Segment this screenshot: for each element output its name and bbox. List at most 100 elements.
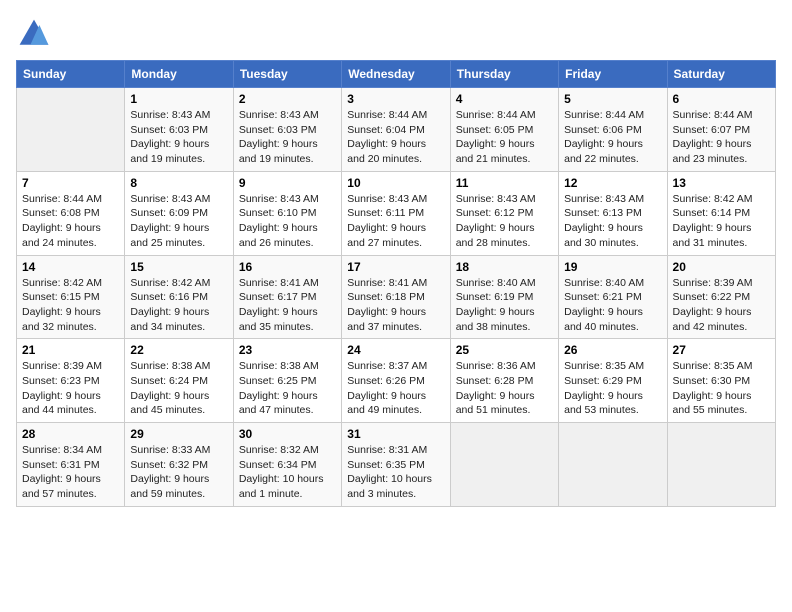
- day-info: Sunrise: 8:38 AM Sunset: 6:25 PM Dayligh…: [239, 359, 336, 418]
- day-cell: 3 Sunrise: 8:44 AM Sunset: 6:04 PM Daylig…: [342, 88, 450, 172]
- day-info: Sunrise: 8:33 AM Sunset: 6:32 PM Dayligh…: [130, 443, 227, 502]
- day-info: Sunrise: 8:40 AM Sunset: 6:19 PM Dayligh…: [456, 276, 553, 335]
- day-number: 28: [22, 427, 119, 441]
- week-row-1: 7 Sunrise: 8:44 AM Sunset: 6:08 PM Daylig…: [17, 171, 776, 255]
- header-cell-wednesday: Wednesday: [342, 61, 450, 88]
- day-info: Sunrise: 8:37 AM Sunset: 6:26 PM Dayligh…: [347, 359, 444, 418]
- day-number: 27: [673, 343, 770, 357]
- day-info: Sunrise: 8:44 AM Sunset: 6:05 PM Dayligh…: [456, 108, 553, 167]
- day-info: Sunrise: 8:40 AM Sunset: 6:21 PM Dayligh…: [564, 276, 661, 335]
- calendar-header: SundayMondayTuesdayWednesdayThursdayFrid…: [17, 61, 776, 88]
- day-cell: [17, 88, 125, 172]
- day-cell: 19Sunrise: 8:40 AM Sunset: 6:21 PM Dayli…: [559, 255, 667, 339]
- day-info: Sunrise: 8:32 AM Sunset: 6:34 PM Dayligh…: [239, 443, 336, 502]
- header-cell-sunday: Sunday: [17, 61, 125, 88]
- day-number: 1: [130, 92, 227, 106]
- day-info: Sunrise: 8:43 AM Sunset: 6:10 PM Dayligh…: [239, 192, 336, 251]
- day-cell: 5 Sunrise: 8:44 AM Sunset: 6:06 PM Daylig…: [559, 88, 667, 172]
- day-number: 3: [347, 92, 444, 106]
- logo: [16, 16, 56, 52]
- day-info: Sunrise: 8:44 AM Sunset: 6:08 PM Dayligh…: [22, 192, 119, 251]
- day-cell: [667, 423, 775, 507]
- day-info: Sunrise: 8:43 AM Sunset: 6:03 PM Dayligh…: [130, 108, 227, 167]
- day-info: Sunrise: 8:39 AM Sunset: 6:23 PM Dayligh…: [22, 359, 119, 418]
- day-cell: 11Sunrise: 8:43 AM Sunset: 6:12 PM Dayli…: [450, 171, 558, 255]
- week-row-0: 1 Sunrise: 8:43 AM Sunset: 6:03 PM Daylig…: [17, 88, 776, 172]
- day-number: 18: [456, 260, 553, 274]
- day-number: 11: [456, 176, 553, 190]
- day-number: 9: [239, 176, 336, 190]
- header-cell-tuesday: Tuesday: [233, 61, 341, 88]
- day-info: Sunrise: 8:42 AM Sunset: 6:14 PM Dayligh…: [673, 192, 770, 251]
- logo-icon: [16, 16, 52, 52]
- day-cell: 24 Sunrise: 8:37 AM Sunset: 6:26 PM Dayli…: [342, 339, 450, 423]
- day-number: 30: [239, 427, 336, 441]
- calendar-body: 1 Sunrise: 8:43 AM Sunset: 6:03 PM Daylig…: [17, 88, 776, 507]
- day-info: Sunrise: 8:44 AM Sunset: 6:06 PM Dayligh…: [564, 108, 661, 167]
- day-info: Sunrise: 8:42 AM Sunset: 6:15 PM Dayligh…: [22, 276, 119, 335]
- day-info: Sunrise: 8:44 AM Sunset: 6:04 PM Dayligh…: [347, 108, 444, 167]
- day-cell: 10 Sunrise: 8:43 AM Sunset: 6:11 PM Dayli…: [342, 171, 450, 255]
- day-info: Sunrise: 8:44 AM Sunset: 6:07 PM Dayligh…: [673, 108, 770, 167]
- day-cell: 1 Sunrise: 8:43 AM Sunset: 6:03 PM Daylig…: [125, 88, 233, 172]
- day-number: 14: [22, 260, 119, 274]
- day-number: 25: [456, 343, 553, 357]
- day-cell: 21 Sunrise: 8:39 AM Sunset: 6:23 PM Dayli…: [17, 339, 125, 423]
- day-number: 21: [22, 343, 119, 357]
- week-row-2: 14 Sunrise: 8:42 AM Sunset: 6:15 PM Dayli…: [17, 255, 776, 339]
- day-number: 2: [239, 92, 336, 106]
- day-cell: 26Sunrise: 8:35 AM Sunset: 6:29 PM Dayli…: [559, 339, 667, 423]
- day-info: Sunrise: 8:41 AM Sunset: 6:18 PM Dayligh…: [347, 276, 444, 335]
- day-number: 22: [130, 343, 227, 357]
- header-cell-saturday: Saturday: [667, 61, 775, 88]
- day-info: Sunrise: 8:39 AM Sunset: 6:22 PM Dayligh…: [673, 276, 770, 335]
- page-header: [16, 16, 776, 52]
- day-number: 7: [22, 176, 119, 190]
- day-info: Sunrise: 8:38 AM Sunset: 6:24 PM Dayligh…: [130, 359, 227, 418]
- week-row-4: 28Sunrise: 8:34 AM Sunset: 6:31 PM Dayli…: [17, 423, 776, 507]
- day-number: 26: [564, 343, 661, 357]
- day-cell: 29Sunrise: 8:33 AM Sunset: 6:32 PM Dayli…: [125, 423, 233, 507]
- header-cell-thursday: Thursday: [450, 61, 558, 88]
- day-cell: 12Sunrise: 8:43 AM Sunset: 6:13 PM Dayli…: [559, 171, 667, 255]
- day-cell: 15 Sunrise: 8:42 AM Sunset: 6:16 PM Dayli…: [125, 255, 233, 339]
- header-cell-monday: Monday: [125, 61, 233, 88]
- day-info: Sunrise: 8:36 AM Sunset: 6:28 PM Dayligh…: [456, 359, 553, 418]
- day-info: Sunrise: 8:31 AM Sunset: 6:35 PM Dayligh…: [347, 443, 444, 502]
- day-number: 15: [130, 260, 227, 274]
- day-number: 12: [564, 176, 661, 190]
- header-cell-friday: Friday: [559, 61, 667, 88]
- day-cell: 2Sunrise: 8:43 AM Sunset: 6:03 PM Daylig…: [233, 88, 341, 172]
- day-cell: 25 Sunrise: 8:36 AM Sunset: 6:28 PM Dayli…: [450, 339, 558, 423]
- day-cell: 18 Sunrise: 8:40 AM Sunset: 6:19 PM Dayli…: [450, 255, 558, 339]
- header-row: SundayMondayTuesdayWednesdayThursdayFrid…: [17, 61, 776, 88]
- day-cell: [450, 423, 558, 507]
- day-cell: [559, 423, 667, 507]
- day-cell: 17 Sunrise: 8:41 AM Sunset: 6:18 PM Dayli…: [342, 255, 450, 339]
- day-cell: 16Sunrise: 8:41 AM Sunset: 6:17 PM Dayli…: [233, 255, 341, 339]
- day-number: 16: [239, 260, 336, 274]
- day-cell: 27 Sunrise: 8:35 AM Sunset: 6:30 PM Dayli…: [667, 339, 775, 423]
- day-cell: 7 Sunrise: 8:44 AM Sunset: 6:08 PM Daylig…: [17, 171, 125, 255]
- day-number: 13: [673, 176, 770, 190]
- day-number: 17: [347, 260, 444, 274]
- day-cell: 4 Sunrise: 8:44 AM Sunset: 6:05 PM Daylig…: [450, 88, 558, 172]
- day-cell: 20 Sunrise: 8:39 AM Sunset: 6:22 PM Dayli…: [667, 255, 775, 339]
- day-cell: 6 Sunrise: 8:44 AM Sunset: 6:07 PM Daylig…: [667, 88, 775, 172]
- day-number: 4: [456, 92, 553, 106]
- day-number: 10: [347, 176, 444, 190]
- day-info: Sunrise: 8:42 AM Sunset: 6:16 PM Dayligh…: [130, 276, 227, 335]
- day-cell: 13 Sunrise: 8:42 AM Sunset: 6:14 PM Dayli…: [667, 171, 775, 255]
- day-number: 23: [239, 343, 336, 357]
- day-cell: 23 Sunrise: 8:38 AM Sunset: 6:25 PM Dayli…: [233, 339, 341, 423]
- day-cell: 22 Sunrise: 8:38 AM Sunset: 6:24 PM Dayli…: [125, 339, 233, 423]
- day-number: 6: [673, 92, 770, 106]
- day-number: 5: [564, 92, 661, 106]
- day-number: 8: [130, 176, 227, 190]
- day-number: 24: [347, 343, 444, 357]
- calendar-table: SundayMondayTuesdayWednesdayThursdayFrid…: [16, 60, 776, 507]
- day-number: 20: [673, 260, 770, 274]
- day-info: Sunrise: 8:43 AM Sunset: 6:11 PM Dayligh…: [347, 192, 444, 251]
- day-cell: 14 Sunrise: 8:42 AM Sunset: 6:15 PM Dayli…: [17, 255, 125, 339]
- day-info: Sunrise: 8:35 AM Sunset: 6:30 PM Dayligh…: [673, 359, 770, 418]
